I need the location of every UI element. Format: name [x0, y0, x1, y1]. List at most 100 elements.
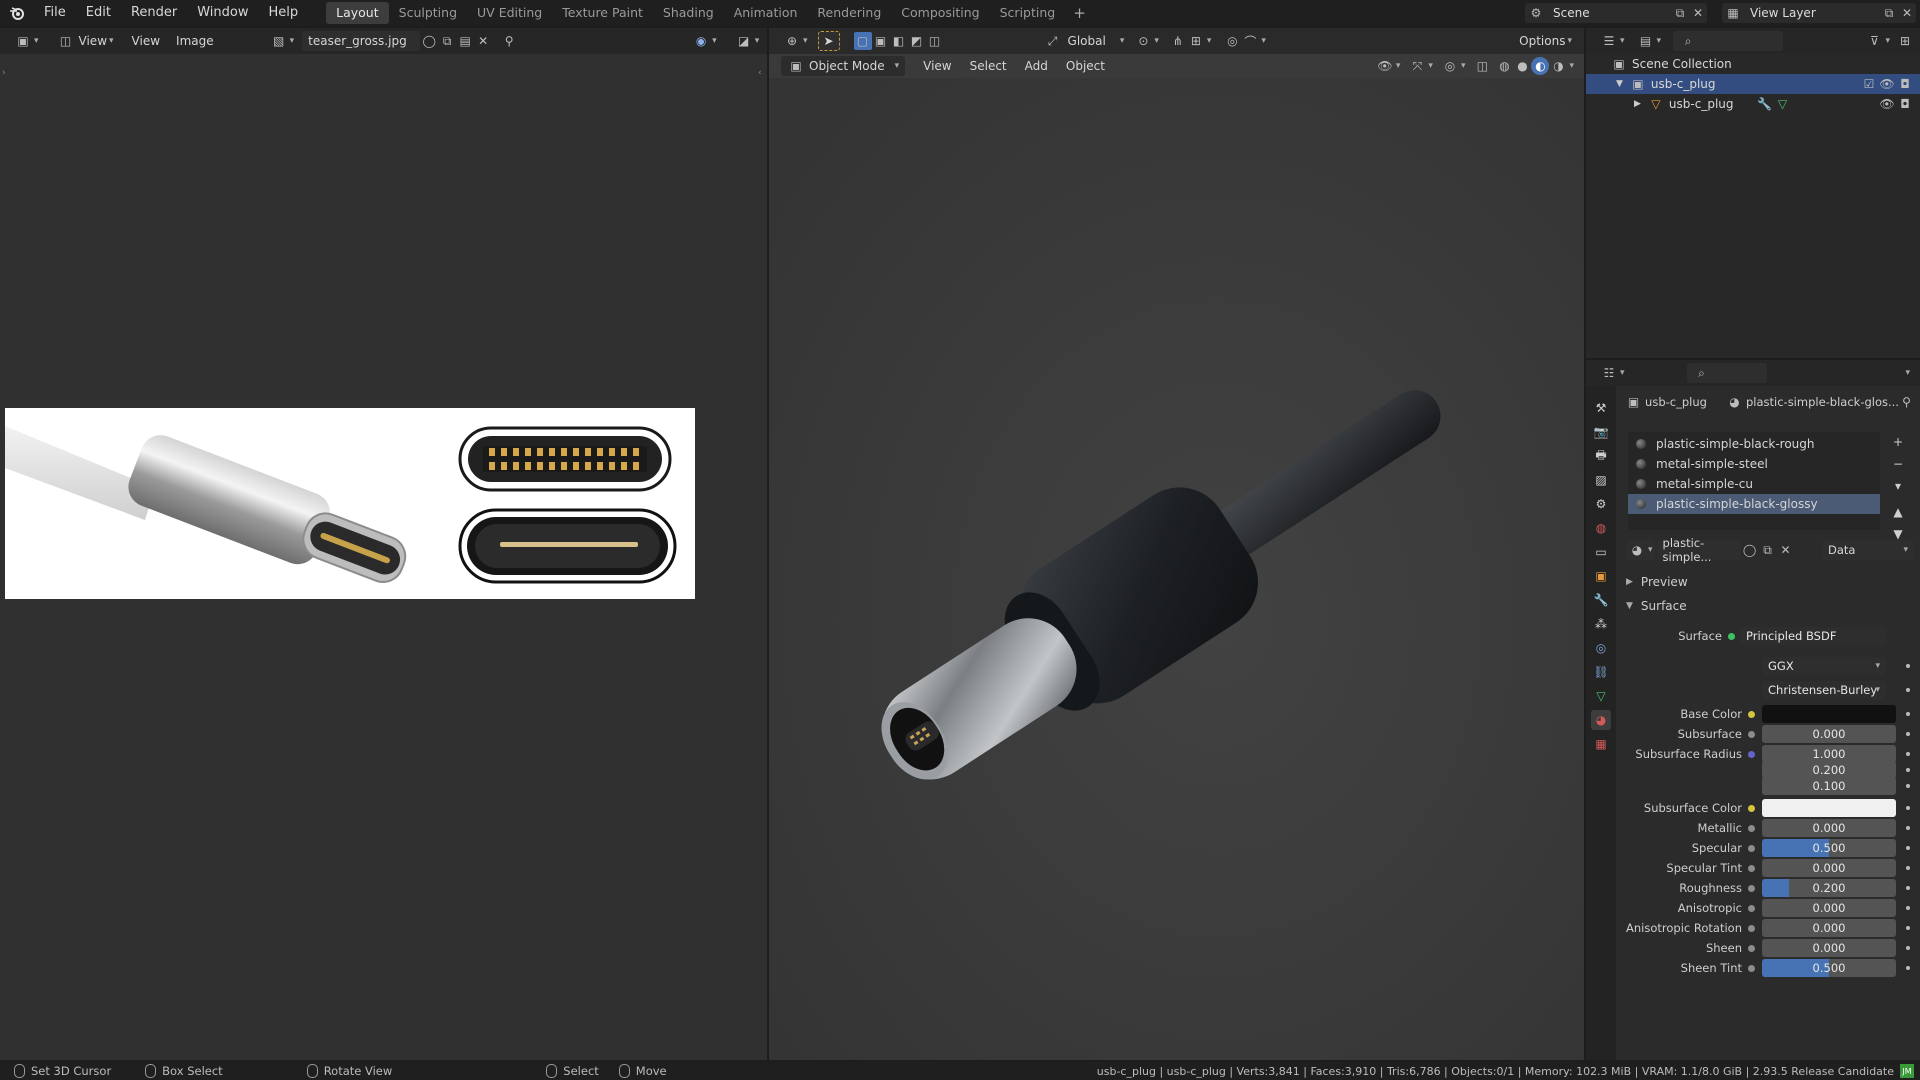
keyframe-dot[interactable]: [1906, 732, 1910, 736]
falloff-icon[interactable]: ⌒: [1241, 32, 1259, 50]
subsurface-method-dropdown[interactable]: Christensen-Burley ▾: [1762, 681, 1886, 699]
keyframe-dot[interactable]: [1906, 946, 1910, 950]
menu-edit[interactable]: Edit: [76, 0, 121, 26]
overlay-icon[interactable]: ◉: [692, 32, 710, 50]
menu-window[interactable]: Window: [187, 0, 258, 26]
menu-help[interactable]: Help: [259, 0, 309, 26]
value-slider[interactable]: 0.000: [1762, 725, 1896, 743]
render-tab-icon[interactable]: 📷: [1591, 422, 1611, 442]
material-slot-item[interactable]: plastic-simple-black-glossy: [1628, 494, 1880, 514]
overlays-icon[interactable]: ◎: [1441, 57, 1459, 75]
value-slider[interactable]: 0.000: [1762, 919, 1896, 937]
filter-icon[interactable]: ⊽: [1865, 32, 1883, 50]
menu-image[interactable]: Image: [170, 31, 220, 51]
collection-tab-icon[interactable]: ▭: [1591, 542, 1611, 562]
view-mode-dropdown[interactable]: ◫ View ▾: [51, 31, 120, 51]
surface-shader-field[interactable]: Principled BSDF: [1740, 627, 1886, 645]
viewport-editor-type-button[interactable]: ⊕ ▾: [777, 31, 814, 51]
distribution-dropdown[interactable]: GGX ▾: [1762, 657, 1886, 675]
snap-target-icon[interactable]: ⊞: [1187, 32, 1205, 50]
keyframe-dot[interactable]: [1906, 886, 1910, 890]
usb-c-plug-model[interactable]: [769, 78, 1584, 1060]
keyframe-dot[interactable]: [1906, 664, 1910, 668]
material-slot-item[interactable]: metal-simple-cu: [1628, 474, 1880, 494]
material-tab-icon[interactable]: ◕: [1591, 710, 1611, 730]
delete-scene-icon[interactable]: ✕: [1689, 4, 1707, 22]
viewport-menu-object[interactable]: Object: [1060, 56, 1111, 76]
properties-search-input[interactable]: ⌕: [1686, 363, 1767, 383]
tab-animation[interactable]: Animation: [724, 2, 808, 24]
color-swatch-field[interactable]: [1762, 799, 1896, 817]
tab-shading[interactable]: Shading: [653, 2, 724, 24]
collection-row[interactable]: ▼ ▣ usb-c_plug ☑ 👁 ◘: [1586, 74, 1920, 94]
view-layer-tab-icon[interactable]: ▨: [1591, 470, 1611, 490]
texture-tab-icon[interactable]: ▦: [1591, 734, 1611, 754]
particles-tab-icon[interactable]: ⁂: [1591, 614, 1611, 634]
hide-eye-icon[interactable]: 👁: [1878, 95, 1896, 113]
object-tab-icon[interactable]: ▣: [1591, 566, 1611, 586]
new-material-icon[interactable]: ⧉: [1759, 541, 1777, 559]
render-camera-icon[interactable]: ◘: [1896, 75, 1914, 93]
tab-sculpting[interactable]: Sculpting: [389, 2, 467, 24]
viewport-menu-view[interactable]: View: [917, 56, 957, 76]
data-tab-icon[interactable]: ▽: [1591, 686, 1611, 706]
options-dropdown[interactable]: Options ▾: [1513, 31, 1578, 51]
slot-specials-icon[interactable]: ▾: [1888, 476, 1908, 496]
select-invert-icon[interactable]: ◩: [908, 32, 926, 50]
display-channels-icon[interactable]: ◪: [735, 32, 753, 50]
constraints-tab-icon[interactable]: ⛓: [1591, 662, 1611, 682]
scene-tab-icon[interactable]: ⚙: [1591, 494, 1611, 514]
transform-orientation-dropdown[interactable]: Global ▾: [1062, 31, 1131, 51]
rendered-shading-icon[interactable]: ◑: [1549, 57, 1567, 75]
unlink-material-icon[interactable]: ✕: [1777, 541, 1795, 559]
visibility-icon[interactable]: 👁: [1376, 57, 1394, 75]
keyframe-dot[interactable]: [1906, 906, 1910, 910]
expand-arrow-icon[interactable]: ▶: [1634, 99, 1641, 109]
viewport-menu-select[interactable]: Select: [964, 56, 1013, 76]
remove-slot-icon[interactable]: −: [1888, 454, 1908, 474]
tab-texture-paint[interactable]: Texture Paint: [552, 2, 653, 24]
menu-render[interactable]: Render: [121, 0, 187, 26]
duplicate-scene-icon[interactable]: ⧉: [1671, 4, 1689, 22]
keyframe-dot[interactable]: [1906, 806, 1910, 810]
material-name-field[interactable]: plastic-simple...: [1656, 536, 1741, 564]
properties-editor-type[interactable]: ☷ ▾: [1594, 363, 1631, 383]
new-collection-icon[interactable]: ⊞: [1896, 32, 1914, 50]
material-slot-item[interactable]: plastic-simple-black-rough: [1628, 434, 1880, 454]
menu-file[interactable]: File: [34, 0, 76, 26]
view-layer-selector[interactable]: ▦ View Layer ⧉ ✕: [1722, 3, 1916, 23]
pivot-point-icon[interactable]: ⊙: [1134, 32, 1152, 50]
delete-view-layer-icon[interactable]: ✕: [1898, 4, 1916, 22]
tab-compositing[interactable]: Compositing: [891, 2, 989, 24]
collapse-arrow-right[interactable]: ‹: [758, 68, 762, 78]
value-slider[interactable]: 0.200: [1762, 879, 1896, 897]
hide-eye-icon[interactable]: 👁: [1878, 75, 1896, 93]
browse-material-button[interactable]: ◕ ▾: [1626, 540, 1655, 560]
unlink-image-icon[interactable]: ✕: [474, 32, 492, 50]
duplicate-view-layer-icon[interactable]: ⧉: [1880, 4, 1898, 22]
tab-rendering[interactable]: Rendering: [807, 2, 891, 24]
snap-icon[interactable]: ⋔: [1169, 32, 1187, 50]
new-image-icon[interactable]: ⧉: [438, 32, 456, 50]
material-shading-icon[interactable]: ◐: [1531, 57, 1550, 75]
proportional-edit-icon[interactable]: ◎: [1223, 32, 1241, 50]
value-slider[interactable]: 0.000: [1762, 899, 1896, 917]
tab-layout[interactable]: Layout: [326, 2, 389, 24]
add-workspace-button[interactable]: +: [1065, 4, 1094, 22]
tab-scripting[interactable]: Scripting: [990, 2, 1066, 24]
keyframe-dot[interactable]: [1906, 712, 1910, 716]
value-slider[interactable]: 0.000: [1762, 819, 1896, 837]
xray-icon[interactable]: ◫: [1473, 57, 1491, 75]
3d-viewport[interactable]: ⊕ ▾ ➤ ▢ ▣ ◧ ◩ ◫ ⤢ Global ▾ ⊙ ▾ ⋔ ⊞ ▾ ◎ ⌒ ▾ Op…: [769, 28, 1584, 1060]
image-browse-button[interactable]: ▧ ▾: [264, 31, 301, 51]
select-extend-icon[interactable]: ▣: [872, 32, 890, 50]
mesh-data-icon[interactable]: ▽: [1774, 95, 1792, 113]
display-mode-dropdown[interactable]: ▤ ▾: [1631, 31, 1668, 51]
object-row[interactable]: ▶ ▽ usb-c_plug 🔧 ▽ 👁 ◘: [1586, 94, 1920, 114]
editor-type-button[interactable]: ▣ ▾: [8, 31, 45, 51]
scene-collection-row[interactable]: ▣ Scene Collection: [1586, 54, 1920, 74]
surface-panel-header[interactable]: ▼ Surface: [1626, 596, 1687, 616]
open-image-icon[interactable]: ▤: [456, 32, 474, 50]
tab-uv-editing[interactable]: UV Editing: [467, 2, 552, 24]
pin-icon[interactable]: ⚲: [1899, 393, 1914, 411]
